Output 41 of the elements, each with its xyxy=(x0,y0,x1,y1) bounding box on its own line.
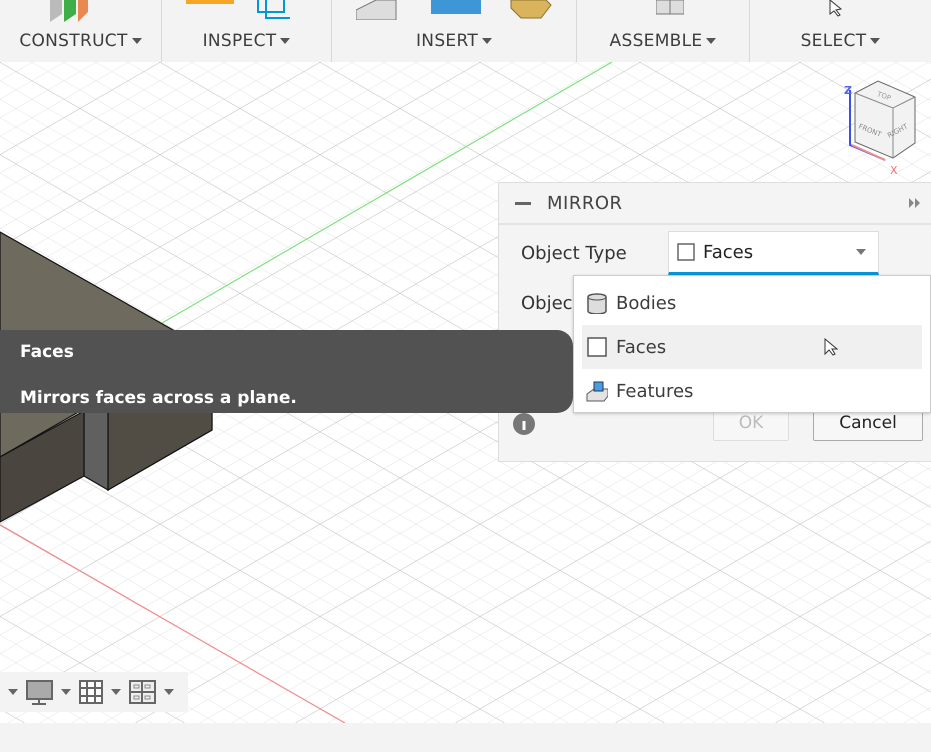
caret-icon xyxy=(870,38,880,44)
collapse-button[interactable] xyxy=(515,202,531,204)
cube-on-slab-icon xyxy=(586,380,608,402)
caret-icon xyxy=(706,38,716,44)
grid-button[interactable] xyxy=(79,680,121,704)
construct-planes-icon xyxy=(48,0,90,22)
caret-icon xyxy=(164,689,174,695)
dialog-title: MIRROR xyxy=(547,192,623,216)
dropdown-option[interactable]: Bodies xyxy=(582,281,922,325)
square-icon xyxy=(677,243,695,261)
cylinder-icon xyxy=(586,292,608,314)
info-icon xyxy=(513,413,535,435)
fast-forward-icon xyxy=(909,198,921,208)
dropdown-option[interactable]: Faces xyxy=(582,325,922,369)
object-type-select[interactable]: Faces xyxy=(668,231,879,275)
tooltip-text: Mirrors faces across a plane. xyxy=(20,386,298,410)
grid-icon xyxy=(79,680,103,704)
viewports-icon xyxy=(129,680,156,704)
display-icon xyxy=(26,680,53,704)
tooltip-title: Faces xyxy=(20,341,75,364)
toolbar-menu[interactable]: CONSTRUCT xyxy=(19,28,142,54)
insert-icon xyxy=(356,0,552,20)
cursor-icon xyxy=(824,338,838,356)
caret-icon xyxy=(482,38,492,44)
display-button[interactable] xyxy=(26,680,71,704)
assemble-icon xyxy=(656,0,684,15)
field-label: Objec xyxy=(521,292,573,316)
viewports-button[interactable] xyxy=(129,680,174,704)
caret-icon xyxy=(280,38,290,44)
toolbar-menu[interactable]: SELECT xyxy=(800,28,880,54)
toolbar-menu[interactable]: INSERT xyxy=(416,28,492,54)
toolbar-menu[interactable]: INSPECT xyxy=(202,28,290,54)
caret-icon xyxy=(132,38,142,44)
toolbar-menu[interactable]: ASSEMBLE xyxy=(610,28,716,54)
caret-icon xyxy=(856,249,866,255)
caret-icon xyxy=(61,689,71,695)
field-label: Object Type xyxy=(521,242,628,266)
dropdown-button[interactable] xyxy=(8,689,18,695)
square-icon xyxy=(586,336,608,358)
caret-icon xyxy=(8,689,18,695)
caret-icon xyxy=(111,689,121,695)
